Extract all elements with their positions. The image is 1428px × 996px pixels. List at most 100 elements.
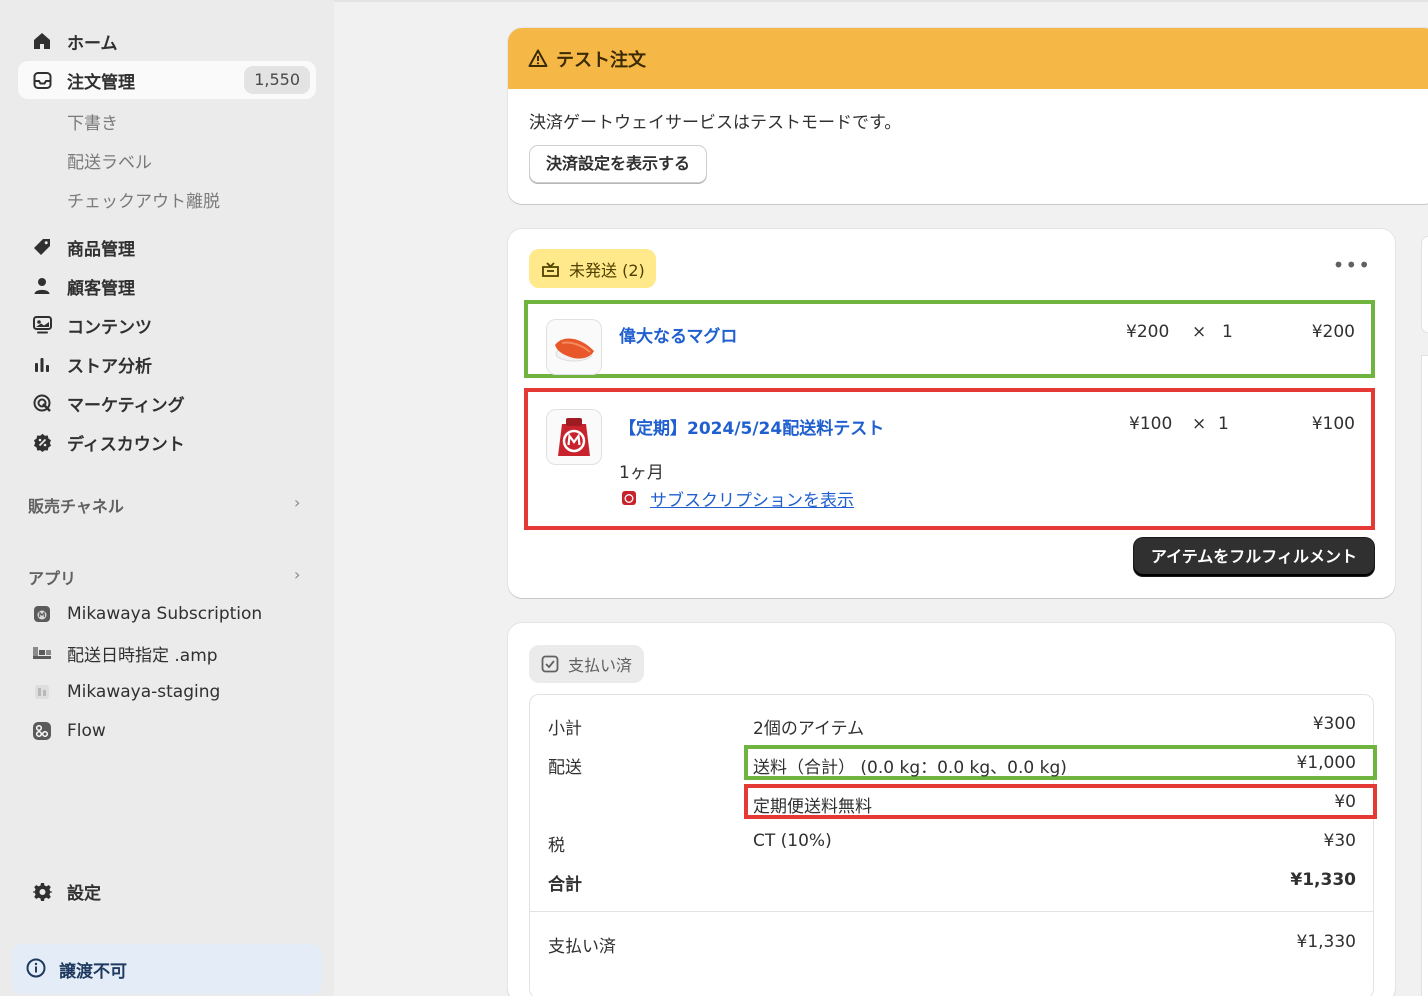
view-payment-settings-button[interactable]: 決済設定を表示する xyxy=(529,145,708,183)
line-item: 偉大なるマグロ ¥200 × 1 ¥200 xyxy=(524,300,1375,378)
nav-sub-shipping-labels[interactable]: 配送ラベル xyxy=(67,148,152,173)
line-item-unit-price: ¥100 xyxy=(1129,414,1173,434)
unfulfilled-status-badge: 未発送 (2) xyxy=(529,249,656,288)
summary-divider xyxy=(530,911,1373,912)
side-panel-edge xyxy=(1422,237,1428,332)
tuna-sushi-thumbnail[interactable] xyxy=(546,319,602,375)
nav-discounts[interactable]: ディスカウント xyxy=(18,423,316,461)
test-order-banner: テスト注文 決済ゲートウェイサービスはテストモードです。 決済設定を表示する xyxy=(508,28,1428,204)
line-item-title-link[interactable]: 偉大なるマグロ xyxy=(619,322,737,347)
delivery-app-icon xyxy=(32,643,52,663)
more-options-icon[interactable]: ••• xyxy=(1333,253,1371,277)
paid-status-text: 支払い済 xyxy=(568,656,633,675)
nav-home[interactable]: ホーム xyxy=(18,22,316,60)
chevron-right-icon[interactable]: › xyxy=(294,493,300,512)
subscription-app-icon xyxy=(32,604,52,624)
paid-status-badge: 支払い済 xyxy=(529,645,645,683)
nav-content[interactable]: コンテンツ xyxy=(18,306,316,344)
nav-app-mikawaya-subscription[interactable]: Mikawaya Subscription xyxy=(18,595,316,633)
view-subscription-link[interactable]: サブスクリプションを表示 xyxy=(650,486,854,511)
nav-label: マーケティング xyxy=(67,395,185,416)
sidebar: ホーム 注文管理 1,550 下書き 配送ラベル チェックアウト離脱 商品管理 … xyxy=(0,0,334,996)
payment-card: 支払い済 小計 2個のアイテム ¥300 配送 送料（合計） (0.0 kg：0… xyxy=(508,623,1395,996)
tax-amount: ¥30 xyxy=(1323,831,1356,851)
nav-orders[interactable]: 注文管理 1,550 xyxy=(18,61,316,99)
paid-label: 支払い済 xyxy=(548,937,616,957)
shipping-amount: ¥1,000 xyxy=(1296,753,1356,773)
gear-icon xyxy=(32,881,52,901)
nav-label: コンテンツ xyxy=(67,317,152,338)
subscription-product-thumbnail[interactable] xyxy=(546,409,602,465)
line-item-qty: 1 xyxy=(1222,322,1233,342)
nav-customers[interactable]: 顧客管理 xyxy=(18,267,316,305)
unfulfilled-status-text: 未発送 (2) xyxy=(569,260,645,280)
top-divider xyxy=(334,0,1428,2)
line-item: 【定期】2024/5/24配送料テスト ¥100 × 1 ¥100 1ヶ月 サブ… xyxy=(524,388,1375,530)
subtotal-desc: 2個のアイテム xyxy=(753,719,865,739)
nav-app-mikawaya-staging[interactable]: Mikawaya-staging xyxy=(18,673,316,711)
nav-label: 配送日時指定 .amp xyxy=(67,645,218,666)
line-item-title-link[interactable]: 【定期】2024/5/24配送料テスト xyxy=(619,414,884,439)
banner-message: 決済ゲートウェイサービスはテストモードです。 xyxy=(529,113,902,133)
line-item-qty: 1 xyxy=(1218,414,1229,434)
paid-amount: ¥1,330 xyxy=(1296,932,1356,952)
staging-app-icon xyxy=(32,682,52,702)
flow-app-icon xyxy=(32,721,52,741)
subscription-plan: 1ヶ月 xyxy=(619,463,664,483)
chevron-right-icon[interactable]: › xyxy=(294,565,300,584)
line-item-total: ¥200 xyxy=(1311,322,1355,342)
line-item-times: × xyxy=(1192,414,1207,434)
total-label: 合計 xyxy=(548,875,582,895)
tag-icon xyxy=(32,237,52,257)
banner-title: テスト注文 xyxy=(556,50,646,71)
inbox-icon xyxy=(32,70,52,90)
nav-label: Flow xyxy=(67,721,106,741)
content-icon xyxy=(32,315,52,335)
non-transferable-notice[interactable]: 譲渡不可 xyxy=(12,944,322,994)
nav-label: ホーム xyxy=(67,33,118,54)
side-panel-edge xyxy=(1422,356,1428,996)
checkbox-icon xyxy=(541,655,559,673)
line-item-unit-price: ¥200 xyxy=(1126,322,1170,342)
subscription-app-small-icon xyxy=(621,490,637,510)
sales-channels-heading[interactable]: 販売チャネル xyxy=(28,493,124,517)
nav-label: 顧客管理 xyxy=(67,278,135,299)
line-item-times: × xyxy=(1192,322,1207,342)
nav-label: 注文管理 xyxy=(67,72,135,93)
tax-desc: CT (10%) xyxy=(753,831,832,851)
nav-products[interactable]: 商品管理 xyxy=(18,228,316,266)
nav-label: Mikawaya Subscription xyxy=(67,604,263,624)
nav-sub-abandoned-checkouts[interactable]: チェックアウト離脱 xyxy=(67,187,220,212)
person-icon xyxy=(32,276,52,296)
warning-icon xyxy=(528,49,548,72)
nav-marketing[interactable]: マーケティング xyxy=(18,384,316,422)
shipping-desc: 送料（合計） (0.0 kg：0.0 kg、0.0 kg) xyxy=(753,758,1067,778)
home-icon xyxy=(32,31,52,51)
line-item-total: ¥100 xyxy=(1311,414,1355,434)
subtotal-amount: ¥300 xyxy=(1312,714,1356,734)
total-amount: ¥1,330 xyxy=(1290,870,1356,890)
nav-sub-drafts[interactable]: 下書き xyxy=(67,109,118,134)
fulfill-items-button[interactable]: アイテムをフルフィルメント xyxy=(1133,538,1374,576)
non-transferable-label: 譲渡不可 xyxy=(59,962,127,982)
unfulfilled-card: 未発送 (2) ••• 偉大なるマグロ ¥200 × 1 ¥200 【定期】20… xyxy=(508,229,1395,598)
target-icon xyxy=(32,393,52,413)
shipping-label: 配送 xyxy=(548,758,582,778)
discount-icon xyxy=(32,432,52,452)
nav-app-delivery-date[interactable]: 配送日時指定 .amp xyxy=(18,634,316,672)
subtotal-label: 小計 xyxy=(548,719,582,739)
nav-label: 商品管理 xyxy=(67,239,135,260)
bar-chart-icon xyxy=(32,354,52,374)
tax-label: 税 xyxy=(548,836,565,856)
package-icon xyxy=(541,260,560,278)
apps-heading[interactable]: アプリ xyxy=(28,565,76,589)
nav-app-flow[interactable]: Flow xyxy=(18,712,316,750)
nav-label: ストア分析 xyxy=(67,356,152,377)
free-shipping-amount: ¥0 xyxy=(1334,792,1356,812)
nav-analytics[interactable]: ストア分析 xyxy=(18,345,316,383)
payment-summary: 小計 2個のアイテム ¥300 配送 送料（合計） (0.0 kg：0.0 kg… xyxy=(529,694,1377,996)
nav-settings[interactable]: 設定 xyxy=(18,872,316,910)
nav-label: Mikawaya-staging xyxy=(67,682,221,702)
nav-label: 設定 xyxy=(67,883,101,904)
info-icon xyxy=(26,958,46,982)
